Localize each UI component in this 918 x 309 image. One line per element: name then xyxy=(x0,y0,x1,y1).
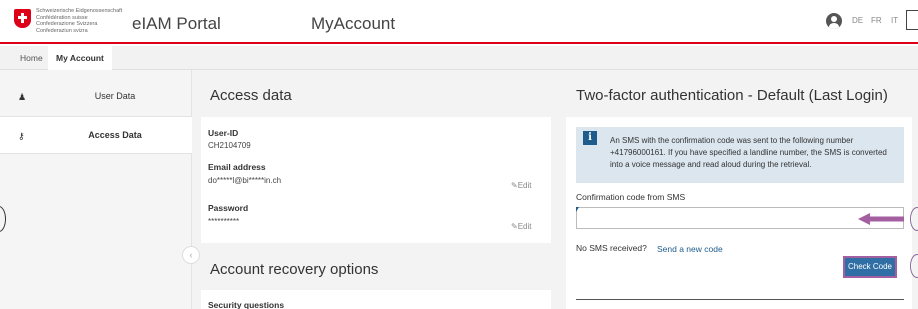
info-alert: i An SMS with the confirmation code was … xyxy=(576,127,904,183)
sidebar-item-label: User Data xyxy=(94,91,136,101)
email-label: Email address xyxy=(208,162,266,172)
two-factor-title: Two-factor authentication - Default (Las… xyxy=(576,87,888,104)
security-questions-label: Security questions xyxy=(208,300,285,309)
user-id-label: User-ID xyxy=(208,128,239,138)
recovery-title: Account recovery options xyxy=(210,261,379,278)
section-divider xyxy=(576,299,904,300)
confed-line: Confederaziun svizra xyxy=(36,27,88,34)
edit-password-link[interactable]: ✎Edit xyxy=(511,222,532,231)
confirmation-code-label: Confirmation code from SMS xyxy=(576,192,686,202)
edit-label: Edit xyxy=(517,181,532,190)
no-sms-label: No SMS received? xyxy=(576,243,647,253)
tab-home[interactable]: Home xyxy=(12,46,51,70)
sidebar-collapse-button[interactable]: ‹ xyxy=(182,246,200,264)
edit-email-link[interactable]: ✎Edit xyxy=(511,181,532,190)
annotation-circle xyxy=(910,207,918,231)
breadcrumb-tabs: Home My Account xyxy=(0,46,918,70)
section-title: MyAccount xyxy=(311,14,396,33)
password-value: ********** xyxy=(208,217,240,226)
arrow-left-icon xyxy=(858,213,904,225)
pencil-icon: ✎ xyxy=(511,181,518,190)
info-icon: i xyxy=(576,127,602,183)
input-corner-marker xyxy=(576,207,579,212)
language-fr[interactable]: FR xyxy=(871,16,882,25)
info-icon-glyph: i xyxy=(583,131,597,145)
top-header: Schweizerische Eidgenossenschaft Confédé… xyxy=(0,0,918,44)
annotation-circle xyxy=(910,254,918,278)
sidebar-item-label: Access Data xyxy=(88,130,142,140)
language-selected-box[interactable] xyxy=(906,10,918,30)
password-label: Password xyxy=(208,203,249,213)
user-icon: ♟ xyxy=(18,92,27,102)
tab-my-account[interactable]: My Account xyxy=(48,46,112,70)
access-data-title: Access data xyxy=(210,87,292,104)
confederation-text: Schweizerische Eidgenossenschaft Confédé… xyxy=(36,8,126,34)
key-icon: ⚷ xyxy=(18,131,25,141)
language-it[interactable]: IT xyxy=(891,16,898,25)
send-new-code-link[interactable]: Send a new code xyxy=(657,244,723,254)
confirmation-code-input[interactable] xyxy=(576,207,904,229)
check-code-button[interactable]: Check Code xyxy=(843,256,897,278)
edit-label: Edit xyxy=(517,222,532,231)
email-value: do*****l@bi*****in.ch xyxy=(208,176,282,185)
confed-line: Schweizerische Eidgenossenschaft xyxy=(36,8,123,14)
sidebar: ♟ User Data ⚷ Access Data xyxy=(0,70,192,309)
swiss-flag-icon xyxy=(14,9,31,28)
sidebar-item-access-data[interactable]: ⚷ Access Data xyxy=(0,116,192,154)
pencil-icon: ✎ xyxy=(511,222,518,231)
info-message: An SMS with the confirmation code was se… xyxy=(610,136,887,169)
app-title[interactable]: eIAM Portal xyxy=(132,14,221,34)
language-de[interactable]: DE xyxy=(852,16,863,25)
user-id-value: CH2104709 xyxy=(208,141,251,150)
sidebar-item-user-data[interactable]: ♟ User Data xyxy=(0,78,192,116)
user-circle-icon[interactable] xyxy=(826,13,842,29)
